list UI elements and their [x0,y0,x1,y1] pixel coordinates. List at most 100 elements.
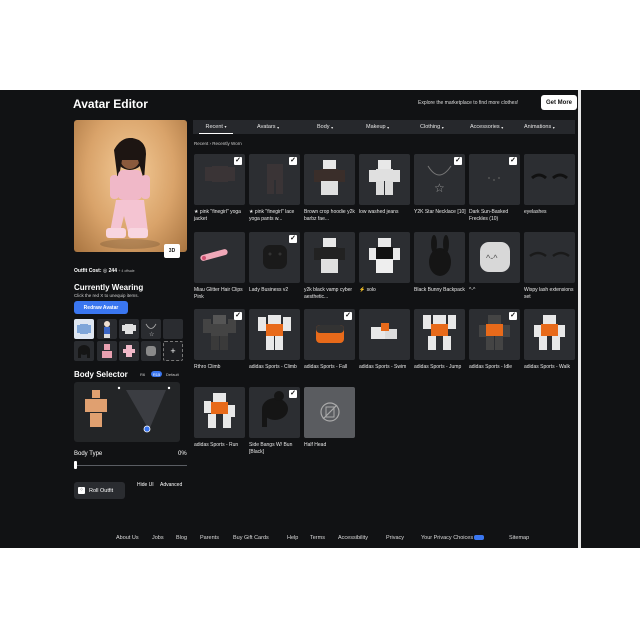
item-tile[interactable] [304,232,355,283]
item-tile[interactable] [414,232,465,283]
avatar-preview[interactable] [74,120,187,252]
tab-avatars[interactable]: Avatars ▾ [257,120,279,134]
add-item-button[interactable]: + [163,341,183,361]
item-tile[interactable] [524,154,575,205]
checkmark-icon[interactable]: ✓ [234,312,242,320]
body-selector-panel[interactable] [74,382,180,442]
body-type-slider-thumb[interactable] [74,461,77,469]
item-tile[interactable]: ✓ [469,154,520,205]
checkmark-icon[interactable]: ✓ [289,390,297,398]
body-custom-label[interactable]: Default [166,372,179,377]
worn-item-head-pink[interactable] [97,341,117,361]
checkmark-icon[interactable]: ✓ [344,312,352,320]
checkmark-icon[interactable]: ✓ [289,157,297,165]
worn-item-body-pink[interactable] [119,341,139,361]
hide-ui-button[interactable]: Hide UI [137,482,154,488]
item-name[interactable]: low washed jeans [359,209,413,216]
item-tile[interactable] [414,309,465,360]
item-tile[interactable]: ✓ [249,387,300,438]
item-tile[interactable] [194,232,245,283]
rig-r6-toggle[interactable]: R6 [140,372,145,377]
item-name[interactable]: Miau Glitter Hair Clips Pink [194,287,248,301]
worn-item-empty[interactable] [163,319,183,339]
item-name[interactable]: Dark Sun-Basked Freckles (10) [469,209,523,223]
item-name[interactable]: adidas Sports - Idle [469,364,523,371]
item-name[interactable]: adidas Sports - Fall [304,364,358,371]
footer-link[interactable]: Buy Gift Cards [233,535,269,541]
item-name[interactable]: Rthro Climb [194,364,248,371]
footer-link[interactable]: Jobs [152,535,164,541]
tab-clothing[interactable]: Clothing ▾ [420,120,444,134]
item-tile[interactable] [304,387,355,438]
footer-link[interactable]: Privacy [386,535,404,541]
toggle-3d-button[interactable]: 3D [164,244,180,258]
worn-item-hair[interactable] [74,341,94,361]
item-tile[interactable] [249,309,300,360]
checkmark-icon[interactable]: ✓ [509,312,517,320]
item-name[interactable]: adidas Sports - Walk [524,364,578,371]
footer-link[interactable]: Sitemap [509,535,529,541]
item-name[interactable]: Lady Business v2 [249,287,303,294]
item-name[interactable]: adidas Sports - Swim [359,364,413,371]
item-tile[interactable] [359,154,410,205]
item-name[interactable]: adidas Sports - Climb [249,364,303,371]
footer-link[interactable]: Your Privacy Choices [421,535,485,541]
worn-item-head[interactable] [141,341,161,361]
tab-makeup[interactable]: Makeup ▾ [366,120,389,134]
get-more-button[interactable]: Get More [541,95,577,110]
item-tile[interactable] [524,309,575,360]
worn-item-jacket[interactable] [74,319,94,339]
body-type-slider[interactable] [74,465,187,466]
item-name[interactable]: adidas Sports - Run [194,442,248,449]
item-name[interactable]: ★ pink "finegirl" yoga jacket [194,209,248,223]
checkmark-icon[interactable]: ✓ [509,157,517,165]
footer-link[interactable]: Help [287,535,298,541]
item-tile[interactable]: ✓ [249,154,300,205]
tab-recent[interactable]: Recent ▾ [199,120,233,134]
item-tile[interactable] [359,309,410,360]
footer-link[interactable]: Parents [200,535,219,541]
item-name[interactable]: Wispy lash extensions set [524,287,578,301]
item-name[interactable]: Brown crop hoodie y2k barbz fae... [304,209,358,223]
footer-link[interactable]: About Us [116,535,139,541]
item-tile[interactable] [304,154,355,205]
item-name[interactable]: adidas Sports - Jump [414,364,468,371]
breadcrumb-root[interactable]: Recent [194,141,208,146]
item-tile[interactable]: ✓ [469,309,520,360]
item-tile[interactable]: ✓ [304,309,355,360]
item-tile[interactable]: ☆ ✓ [414,154,465,205]
item-tile[interactable]: ✓ [194,309,245,360]
footer-link[interactable]: Terms [310,535,325,541]
checkmark-icon[interactable]: ✓ [454,157,462,165]
footer-link[interactable]: Accessibility [338,535,368,541]
item-name[interactable]: Black Bunny Backpack [414,287,468,294]
tab-body[interactable]: Body ▾ [317,120,333,134]
item-tile[interactable] [359,232,410,283]
item-name[interactable]: y2k black vamp cyber aesthetic... [304,287,358,301]
footer-link[interactable]: Blog [176,535,187,541]
tab-accessories[interactable]: Accessories ▾ [470,120,503,134]
worn-item-outfit[interactable] [97,319,117,339]
item-name[interactable]: ⚡ solo [359,287,413,294]
checkmark-icon[interactable]: ✓ [289,235,297,243]
worn-item-shirt[interactable] [119,319,139,339]
item-name[interactable]: ^-^ [469,287,523,294]
page-scrollbar[interactable] [578,90,581,548]
roll-outfit-button[interactable]: ⁘ Roll Outfit [74,482,125,499]
item-name[interactable]: Side Bangs W/ Bun [Black] [249,442,303,456]
item-tile[interactable] [524,232,575,283]
redraw-avatar-button[interactable]: Redraw Avatar [74,301,128,314]
tab-animations[interactable]: Animations ▾ [524,120,555,134]
item-name[interactable]: Y2K Star Necklace [10] [414,209,468,216]
rig-r15-toggle[interactable]: R15 [151,371,162,377]
advanced-button[interactable]: Advanced [160,482,182,488]
checkmark-icon[interactable]: ✓ [234,157,242,165]
item-name[interactable]: Half Head [304,442,358,449]
item-tile[interactable]: ✓ [194,154,245,205]
item-tile[interactable]: ^-^ [469,232,520,283]
item-tile[interactable]: ✓ [249,232,300,283]
worn-item-necklace[interactable]: ☆ [141,319,161,339]
item-name[interactable]: ★ pink "finegirl" lace yoga pants w... [249,209,303,223]
item-tile[interactable] [194,387,245,438]
item-name[interactable]: eyelashes [524,209,578,216]
